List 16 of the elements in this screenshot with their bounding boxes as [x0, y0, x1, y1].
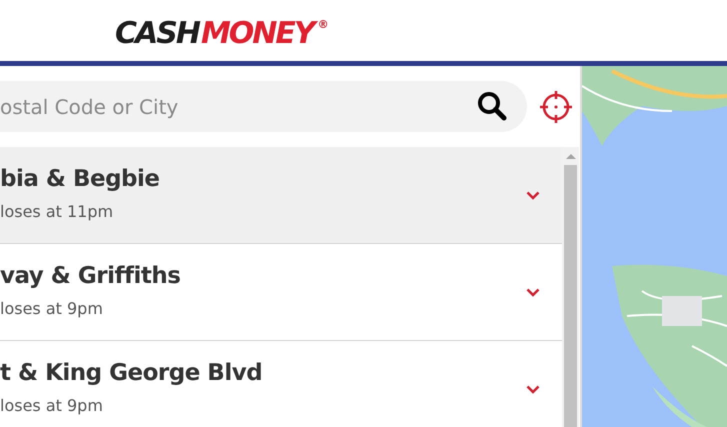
chevron-down-icon[interactable] — [526, 190, 540, 200]
logo-text: CASH — [115, 16, 199, 52]
chevron-down-icon[interactable] — [526, 384, 540, 394]
crosshair-icon[interactable] — [539, 90, 573, 124]
location-name: vay & Griffiths — [0, 262, 182, 288]
search-icon[interactable] — [477, 91, 507, 121]
location-name: t & King George Blvd — [0, 360, 264, 386]
location-item[interactable]: bia & Begbie loses at 11pm — [0, 147, 562, 244]
location-name: bia & Begbie — [0, 166, 160, 192]
search-field[interactable]: ostal Code or City — [0, 81, 527, 132]
closing-time: loses at 11pm — [0, 202, 114, 220]
registered-mark: ® — [318, 18, 329, 32]
chevron-down-icon[interactable] — [526, 288, 540, 296]
closing-time: loses at 9pm — [0, 396, 104, 414]
closing-time: loses at 9pm — [0, 298, 104, 318]
scrollbar[interactable] — [562, 147, 579, 427]
